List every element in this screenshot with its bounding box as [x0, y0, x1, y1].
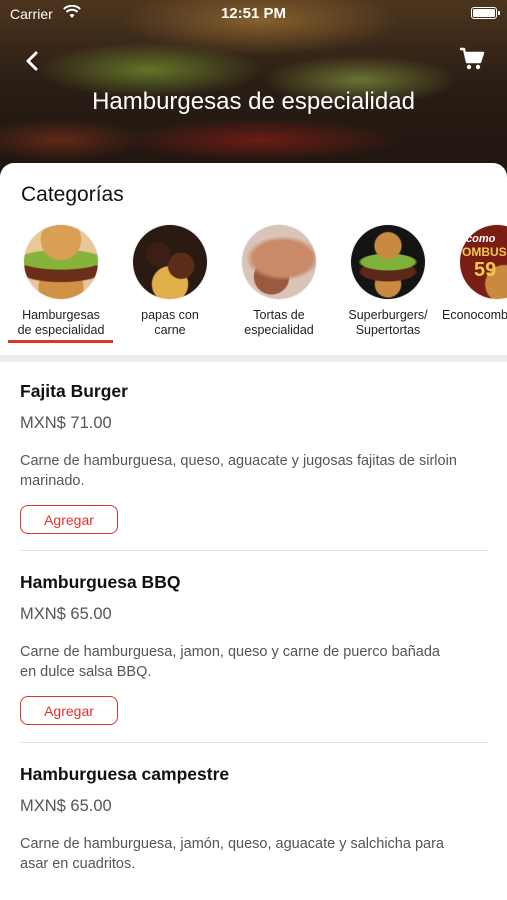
product-divider: [20, 550, 488, 551]
clock: 12:51 PM: [220, 5, 287, 22]
product-card: Fajita Burger MXN$ 71.00 Carne de hambur…: [20, 381, 488, 534]
content-sheet: Categorías Hamburgesas de especialidad p…: [0, 163, 507, 900]
add-to-cart-button[interactable]: Agregar: [20, 505, 118, 534]
product-description: Carne de hamburguesa, jamón, queso, agua…: [20, 836, 444, 872]
category-image-text: OMBUS: [462, 245, 507, 259]
category-label-line1: Econocombos: [442, 308, 507, 322]
product-price: MXN$ 65.00: [20, 797, 112, 815]
page-title: Hamburgesas de especialidad: [92, 88, 415, 115]
product-card: Hamburguesa campestre MXN$ 65.00 Carne d…: [20, 764, 488, 874]
status-bar: Carrier 12:51 PM: [0, 0, 507, 28]
product-divider: [20, 742, 488, 743]
category-image: [351, 225, 425, 299]
product-card: Hamburguesa BBQ MXN$ 65.00 Carne de hamb…: [20, 572, 488, 725]
categories-heading: Categorías: [21, 183, 124, 206]
back-chevron-icon[interactable]: [22, 50, 44, 72]
category-image: [133, 225, 207, 299]
category-label-line2: de especialidad: [17, 323, 105, 337]
category-carousel[interactable]: Hamburgesas de especialidad papas con ca…: [0, 225, 507, 355]
product-name: Hamburguesa campestre: [20, 764, 230, 784]
product-price: MXN$ 65.00: [20, 605, 112, 623]
category-image: como OMBUS 59: [460, 225, 507, 299]
category-papas-con-carne[interactable]: papas con carne: [115, 225, 225, 338]
category-label-line1: papas con: [141, 308, 199, 322]
category-image-text: 59: [474, 259, 497, 281]
category-label-line1: Hamburgesas: [22, 308, 100, 322]
category-image: [24, 225, 98, 299]
product-price: MXN$ 71.00: [20, 414, 112, 432]
product-description: Carne de hamburguesa, queso, aguacate y …: [20, 453, 457, 489]
selected-category-indicator: [8, 340, 113, 343]
category-label-line1: Tortas de: [253, 308, 305, 322]
category-econocombos[interactable]: como OMBUS 59 Econocombos: [442, 225, 507, 323]
category-label-line2: carne: [154, 323, 186, 337]
category-label-line2: especialidad: [244, 323, 314, 337]
category-hamburgesas[interactable]: Hamburgesas de especialidad: [6, 225, 116, 338]
product-name: Hamburguesa BBQ: [20, 572, 181, 592]
category-image: [242, 225, 316, 299]
category-label-line2: Supertortas: [355, 323, 421, 337]
section-divider: [0, 355, 507, 362]
category-tortas[interactable]: Tortas de especialidad: [224, 225, 334, 338]
add-to-cart-button[interactable]: Agregar: [20, 696, 118, 725]
product-description: Carne de hamburguesa, jamon, queso y car…: [20, 644, 440, 680]
product-name: Fajita Burger: [20, 381, 128, 401]
category-image-text: como: [466, 233, 496, 245]
category-superburgers[interactable]: Superburgers/ Supertortas: [333, 225, 443, 338]
cart-icon[interactable]: [459, 47, 485, 71]
category-label-line1: Superburgers/: [348, 308, 428, 322]
battery-icon: [471, 7, 500, 19]
